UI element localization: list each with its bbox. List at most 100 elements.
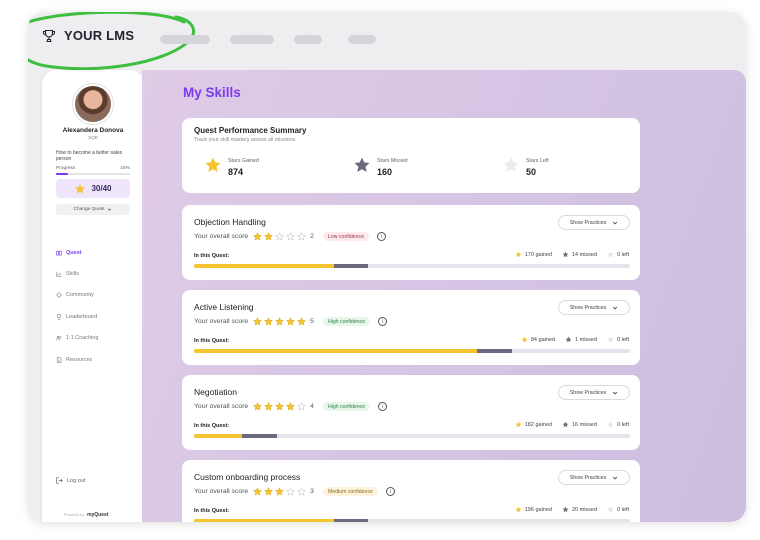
nav-placeholder-4[interactable]: [348, 35, 376, 44]
chevron-down-icon: [613, 306, 618, 310]
star-filled-icon: [264, 487, 274, 496]
skill-tallies: 84 gained 1 missed 0 left: [521, 336, 629, 343]
star-grey-icon: [562, 251, 569, 258]
change-quest-button[interactable]: Change Quest: [56, 204, 130, 215]
star-grey-icon: [562, 506, 569, 513]
sidebar-nav: Quest Skills Community Leaderboard 1:1 C…: [56, 242, 136, 370]
sidebar-item-label: 1:1 Coaching: [66, 335, 99, 342]
star-filled-icon: [264, 402, 274, 411]
skill-progress-bar: [194, 264, 630, 268]
stat-label: Stars Missed: [377, 158, 408, 164]
sidebar-item-community[interactable]: Community: [56, 285, 136, 306]
trophy-icon: [42, 29, 56, 42]
missed-segment: [241, 434, 277, 438]
missed-segment: [333, 519, 369, 522]
info-icon[interactable]: i: [385, 487, 395, 496]
progress-percent: 16%: [120, 166, 130, 171]
quest-icon: [56, 250, 62, 256]
logout-icon: [56, 477, 63, 484]
star-grey-icon: [562, 421, 569, 428]
sidebar-item-skills[interactable]: Skills: [56, 263, 136, 284]
progress-bar: [56, 173, 130, 175]
score-value: 3: [310, 488, 314, 495]
stars-count: 30/40: [91, 184, 112, 193]
sidebar-item-resources[interactable]: Resources: [56, 349, 136, 370]
in-quest-label: In this Quest:: [194, 253, 230, 259]
chevron-down-icon: [613, 476, 618, 480]
in-quest-label: In this Quest:: [194, 423, 230, 429]
star-filled-icon: [264, 317, 274, 326]
score-label: Your overall score: [194, 403, 249, 410]
stat-label: Stars Left: [526, 158, 549, 164]
star-gold-icon: [75, 183, 86, 194]
sidebar-item-label: Resources: [66, 356, 93, 363]
confidence-badge: Low confidence: [322, 232, 369, 241]
in-quest-label: In this Quest:: [194, 338, 230, 344]
show-practices-button[interactable]: Show Practices: [558, 470, 630, 485]
logo-text: YOUR LMS: [64, 28, 135, 43]
star-filled-icon: [253, 402, 263, 411]
skill-card: Active Listening Your overall score 5 High …: [182, 290, 640, 365]
info-icon[interactable]: i: [378, 317, 388, 326]
stat-stars-left: Stars Left 50: [502, 156, 549, 177]
logout-button[interactable]: Log out: [56, 477, 85, 484]
skill-progress-bar: [194, 434, 630, 438]
skill-tallies: 182 gained 16 missed 0 left: [515, 421, 629, 428]
skill-title: Negotiation: [194, 387, 238, 397]
missed-count: 20 missed: [571, 506, 598, 513]
tally-missed: 16 missed: [562, 421, 597, 428]
missed-count: 1 missed: [575, 336, 598, 343]
star-gold-icon: [515, 251, 522, 258]
gained-count: 182 gained: [524, 421, 552, 428]
show-practices-button[interactable]: Show Practices: [558, 385, 630, 400]
sidebar-item-label: Community: [66, 292, 94, 299]
stat-value: 50: [526, 167, 537, 177]
skill-score: Your overall score 4 High confidence i: [194, 402, 388, 411]
star-gold-icon: [521, 336, 528, 343]
user-role: SQE: [88, 135, 98, 140]
user-name: Alexandera Donova: [62, 127, 124, 134]
tally-gained: 170 gained: [515, 251, 552, 258]
chevron-down-icon: [613, 221, 618, 225]
star-light-icon: [503, 157, 519, 172]
star-light-icon: [607, 506, 614, 513]
skill-score: Your overall score 3 Medium confidence i: [194, 487, 395, 496]
tally-left: 0 left: [607, 506, 629, 513]
nav-placeholder-3[interactable]: [294, 35, 322, 44]
left-count: 0 left: [617, 506, 629, 513]
nav-placeholder-2[interactable]: [230, 35, 274, 44]
show-practices-label: Show Practices: [569, 304, 607, 311]
show-practices-label: Show Practices: [569, 474, 607, 481]
show-practices-button[interactable]: Show Practices: [558, 215, 630, 230]
info-icon[interactable]: i: [377, 232, 386, 241]
left-count: 0 left: [617, 336, 629, 343]
stat-stars-missed: Stars Missed 160: [353, 156, 408, 177]
sidebar-item-quest[interactable]: Quest: [56, 242, 136, 263]
document-icon: [56, 356, 62, 363]
nav-placeholder-1[interactable]: [160, 35, 210, 44]
left-count: 0 left: [617, 251, 629, 258]
avatar[interactable]: [73, 84, 113, 124]
tally-missed: 20 missed: [562, 506, 597, 513]
star-empty-icon: [297, 402, 307, 411]
sidebar-item-leaderboard[interactable]: Leaderboard: [56, 306, 136, 327]
confidence-badge: High confidence: [322, 317, 371, 326]
stars-badge: 30/40: [56, 179, 130, 198]
highlight-scribble: [28, 12, 195, 71]
left-count: 0 left: [617, 421, 629, 428]
change-quest-label: Change Quest: [73, 207, 105, 212]
tally-left: 0 left: [607, 421, 629, 428]
app-logo[interactable]: YOUR LMS: [42, 28, 134, 43]
page-title: My Skills: [183, 85, 241, 100]
tally-missed: 14 missed: [562, 251, 597, 258]
star-gold-icon: [515, 506, 522, 513]
sidebar-item-label: Leaderboard: [66, 313, 98, 320]
score-value: 4: [310, 403, 314, 410]
sidebar-item-coaching[interactable]: 1:1 Coaching: [56, 328, 136, 349]
skill-title: Custom onboarding process: [194, 472, 301, 482]
star-light-icon: [607, 336, 614, 343]
info-icon[interactable]: i: [378, 402, 388, 411]
star-empty-icon: [286, 487, 296, 496]
show-practices-button[interactable]: Show Practices: [558, 300, 630, 315]
gained-count: 170 gained: [524, 251, 552, 258]
